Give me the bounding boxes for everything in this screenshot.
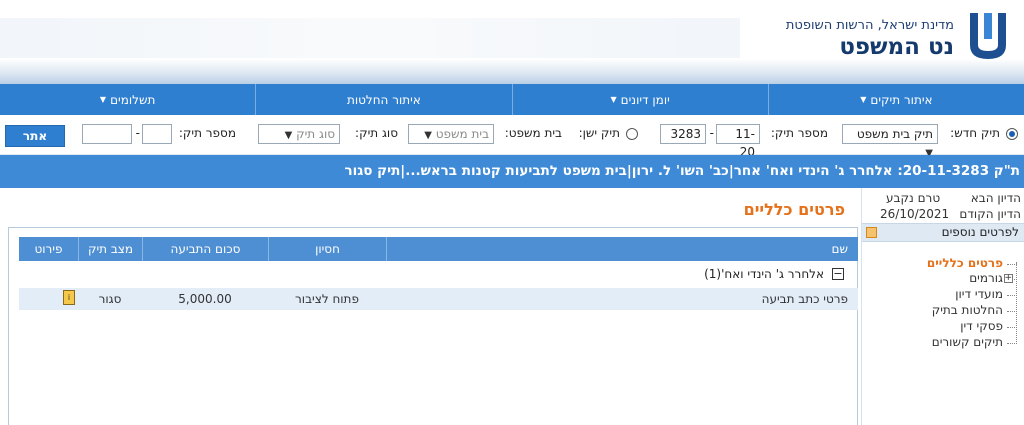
nav-decisions-search[interactable]: איתור החלטות [255,84,511,115]
court-type-select[interactable]: תיק בית משפט ▼ [842,124,938,159]
chevron-down-icon: ▼ [424,130,432,141]
case-side-panel: הדיון הבא טרם נקבע הדיון הקודם 26/10/202… [861,188,1024,425]
old-case-label: תיק ישן: [578,126,620,140]
more-details-label: לפרטים נוספים [941,225,1019,239]
case-sections-tree: פרטים כלליים + גורמים מועדי דיון החלטות ב… [862,256,1024,366]
tree-item-related-cases[interactable]: תיקים קשורים [931,335,1018,349]
new-case-option[interactable] [1006,126,1018,140]
tree-label: מועדי דיון [955,287,1003,301]
caret-down-icon: ▼ [99,95,107,104]
case-type-placeholder: סוג תיק [296,127,335,141]
case-number2-label: מספר תיק: [178,126,236,140]
col-amount[interactable]: סכום התביעה [142,237,268,261]
group-row: − אלחרר ג' הינדי ואח'(1) [19,265,858,284]
tree-item-general-details[interactable]: פרטים כלליים [926,256,1018,270]
case-number2-input[interactable] [142,124,172,144]
tree-item-judgments[interactable]: פסקי דין [960,319,1017,333]
tree-item-parties[interactable]: + גורמים [969,271,1017,285]
site-name[interactable]: נט המשפט [839,34,954,60]
case-number-input[interactable]: 11-20 [716,124,760,159]
case-number-label: מספר תיק: [770,126,828,140]
tree-label: פסקי דין [960,319,1003,333]
nav-label: תשלומים [110,92,156,107]
case-number2-suffix-input[interactable] [82,124,132,144]
nav-label: יומן דיונים [620,92,670,107]
case-type-label: סוג תיק: [355,126,398,140]
cell-privilege: פתוח לציבור [295,292,359,306]
more-details-link[interactable]: לפרטים נוספים [862,223,1024,242]
header-decoration [0,18,740,58]
group-label: אלחרר ג' הינדי ואח'(1) [704,267,824,281]
tree-label: גורמים [969,271,1003,285]
collapse-icon[interactable]: − [832,268,844,280]
case-title-bar: ת"ק 20-11-3283: אלחרר ג' הינדי ואח' אחר|… [0,155,1024,188]
tree-item-hearing-dates[interactable]: מועדי דיון [955,287,1017,301]
prev-hearing-label: הדיון הקודם [959,207,1021,221]
cell-amount: 5,000.00 [178,292,232,306]
old-case-option[interactable] [626,126,638,140]
plus-icon[interactable]: + [1004,274,1013,283]
caret-down-icon: ▼ [860,95,867,104]
radio-new-case[interactable] [1006,127,1018,140]
tree-label: החלטות בתיק [931,303,1003,317]
case-type-select[interactable]: סוג תיק ▼ [258,124,340,144]
chevron-down-icon: ▼ [284,130,293,141]
hearing-dates: הדיון הבא טרם נקבע הדיון הקודם 26/10/202… [862,190,1024,224]
case-details-grid: שם חסיון סכום התביעה מצב תיק פירוט − אלח… [8,227,858,425]
col-status[interactable]: מצב תיק [78,237,142,261]
cell-status: סגור [98,292,122,306]
court-placeholder: בית משפט [435,127,489,141]
case-search-bar: תיק חדש: תיק בית משפט ▼ מספר תיק: 11-20 … [0,115,1024,159]
col-name[interactable]: שם [386,237,858,261]
nav-case-search[interactable]: איתור תיקים ▼ [767,84,1024,115]
case-suffix-input[interactable]: 3283 [660,124,706,144]
court-type-value: תיק בית משפט [856,127,933,141]
new-case-label: תיק חדש: [950,126,1000,140]
next-hearing-label: הדיון הבא [970,191,1021,205]
expand-icon[interactable] [866,227,877,238]
document-details-icon[interactable]: i [63,290,75,305]
page-title: פרטים כלליים [743,200,845,219]
caret-down-icon: ▼ [610,95,617,104]
court-label: בית משפט: [504,126,562,140]
tree-label: תיקים קשורים [931,335,1003,349]
site-header: מדינת ישראל, הרשות השופטת נט המשפט [0,0,1024,84]
nav-hearings-diary[interactable]: יומן דיונים ▼ [511,84,768,115]
radio-old-case[interactable] [626,127,638,140]
nav-label: איתור החלטות [346,92,421,107]
next-hearing-value: טרם נקבע [886,191,941,205]
court-select[interactable]: בית משפט ▼ [408,124,494,144]
cell-name: פרטי כתב תביעה [761,292,848,306]
col-privilege[interactable]: חסיון [268,237,386,261]
dash-separator: - [135,126,140,140]
col-detail[interactable]: פירוט [19,237,78,261]
table-header: שם חסיון סכום התביעה מצב תיק פירוט [19,237,858,261]
cell-detail: i [19,288,78,310]
table-row[interactable]: פרטי כתב תביעה פתוח לציבור 5,000.00 סגור… [19,288,858,310]
authority-name: מדינת ישראל, הרשות השופטת [785,18,954,33]
prev-hearing-value: 26/10/2021 [880,207,950,221]
nav-payments[interactable]: תשלומים ▼ [0,84,255,115]
dash-separator: - [709,126,714,140]
nav-label: איתור תיקים [870,92,933,107]
search-button[interactable]: אתר [5,125,65,147]
court-logo-icon[interactable] [964,9,1012,63]
tree-item-decisions[interactable]: החלטות בתיק [931,303,1018,317]
tree-label: פרטים כלליים [926,256,1003,270]
main-nav: איתור תיקים ▼ יומן דיונים ▼ איתור החלטות ת… [0,84,1024,115]
